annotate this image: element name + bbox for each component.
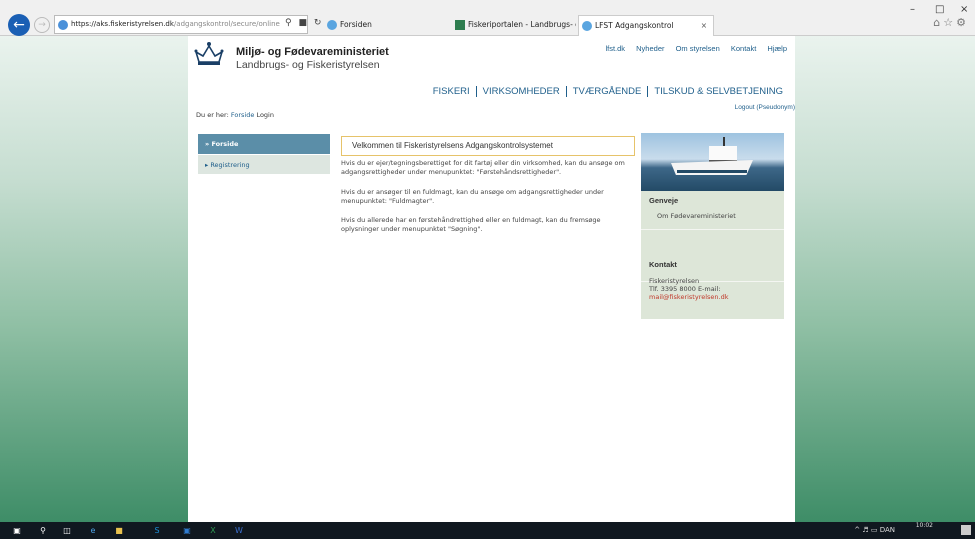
left-navigation: » Forside ▸ Registrering [198,134,330,174]
right-column: Genveje Om Fødevareministeriet Kontakt F… [641,133,784,319]
language-indicator[interactable]: DAN [880,526,895,534]
settings-gear-icon[interactable]: ⚙ [956,16,969,29]
minimize-icon[interactable]: – [910,4,915,15]
skype-icon[interactable]: S [150,524,164,537]
welcome-banner: Velkommen til Fiskeristyrelsens Adgangsk… [341,136,635,156]
clock-time: 10:02 [915,522,933,529]
url-path: /adgangskontrol/secure/online [173,20,280,28]
forward-arrow-icon[interactable]: → [34,17,50,33]
top-links: lfst.dk Nyheder Om styrelsen Kontakt Hjæ… [596,44,787,53]
breadcrumb-home[interactable]: Forside [231,111,254,119]
nav-fiskeri[interactable]: FISKERI [427,86,476,97]
maximize-icon[interactable]: □ [935,4,944,15]
windows-taskbar: ▣ ⚲ ◫ e ■ S ▣ X W ^ ♬ ▭ DAN 10:02 [0,522,975,539]
ie-tab-icon [582,21,592,31]
volume-icon[interactable]: ♬ [862,526,868,534]
refresh-icon[interactable]: ↻ [314,18,324,28]
breadcrumb-prefix: Du er her: [196,111,229,119]
url-host: https://aks.fiskeristyrelsen.dk [71,20,174,28]
task-view-icon[interactable]: ◫ [60,524,74,537]
breadcrumb: Du er her: Forside Login [196,111,274,119]
home-icon[interactable]: ⌂ [933,16,943,29]
tab-lfst-adgangskontrol[interactable]: LFST Adgangskontrol × [578,15,714,36]
back-arrow-icon[interactable]: ← [8,14,30,36]
kontakt-name: Fiskeristyrelsen [649,277,700,285]
tray-chevron-icon[interactable]: ^ [854,526,860,534]
ie-tab-icon [327,20,337,30]
kontakt-heading: Kontakt [649,260,677,269]
genveje-link-om-foedevareministeriet[interactable]: Om Fødevareministeriet [657,212,736,220]
page-content: Miljø- og Fødevareministeriet Landbrugs-… [188,36,795,522]
search-icon[interactable]: ⚲ [36,524,50,537]
network-icon[interactable]: ▭ [871,526,878,534]
top-link-hjaelp[interactable]: Hjælp [767,44,787,53]
genveje-heading: Genveje [649,196,679,205]
top-link-nyheder[interactable]: Nyheder [636,44,664,53]
top-link-kontakt[interactable]: Kontakt [731,44,756,53]
address-bar-icons[interactable]: ⚲ ■ ↻ [285,18,323,28]
logout-link[interactable]: Logout (Pseudonym) [735,104,795,111]
main-navigation: FISKERI VIRKSOMHEDER TVÆRGÅENDE TILSKUD & S… [427,86,789,97]
toolbar-icons[interactable]: ⌂☆⚙ [933,16,969,29]
tab-label: Forsiden [340,20,372,29]
notification-center-icon[interactable] [961,525,971,535]
paragraph-fuldmagt: Hvis du er ansøger til en fuldmagt, kan … [341,188,604,205]
file-explorer-icon[interactable]: ■ [112,524,126,537]
agency-name: Landbrugs- og Fiskeristyrelsen [236,59,380,71]
tab-fiskeriportalen[interactable]: Fiskeriportalen - Landbrugs- o... [452,15,576,36]
system-tray: ^ ♬ ▭ DAN [854,524,895,537]
windows-start-icon[interactable]: ▣ [10,524,24,537]
lfst-tab-icon [455,20,465,30]
tab-label: Fiskeriportalen - Landbrugs- o... [468,20,576,29]
lock-icon: ■ [298,18,309,28]
search-icon[interactable]: ⚲ [285,18,294,28]
outlook-icon[interactable]: ▣ [180,524,194,537]
address-bar[interactable]: https://aks.fiskeristyrelsen.dk/adgangsk… [54,15,308,34]
excel-icon[interactable]: X [206,524,220,537]
kontakt-email-link[interactable]: mail@fiskeristyrelsen.dk [649,293,729,301]
clock[interactable]: 10:02 [916,522,933,530]
top-link-lfst[interactable]: lfst.dk [605,44,625,53]
paragraph-ejer: Hvis du er ejer/tegningsberettiget for d… [341,159,625,176]
kontakt-phone: Tlf. 3395 8000 E-mail: [649,285,721,293]
breadcrumb-current: Login [256,111,274,119]
site-favicon-icon [58,20,68,30]
sidebar-item-registrering[interactable]: ▸ Registrering [198,154,330,174]
paragraph-soegning: Hvis du allerede har en førstehåndrettig… [341,216,601,233]
favorites-star-icon[interactable]: ☆ [943,16,956,29]
close-tab-icon[interactable]: × [701,16,707,35]
word-icon[interactable]: W [232,524,246,537]
nav-tvaergaende[interactable]: TVÆRGÅENDE [565,86,648,97]
nav-tilskud[interactable]: TILSKUD & SELVBETJENING [647,86,789,97]
tab-forsiden[interactable]: Forsiden [324,15,448,36]
ministry-name: Miljø- og Fødevareministeriet [236,46,389,58]
browser-chrome: ← → https://aks.fiskeristyrelsen.dk/adga… [0,0,975,36]
divider [641,229,784,230]
internet-explorer-icon[interactable]: e [86,524,100,537]
sidebar-item-forside[interactable]: » Forside [198,134,330,154]
crown-logo-icon [194,42,224,65]
tab-label: LFST Adgangskontrol [595,21,674,30]
top-link-om-styrelsen[interactable]: Om styrelsen [676,44,720,53]
close-window-icon[interactable]: × [960,4,968,15]
nav-virksomheder[interactable]: VIRKSOMHEDER [475,86,566,97]
fishing-vessel-image [641,133,784,191]
